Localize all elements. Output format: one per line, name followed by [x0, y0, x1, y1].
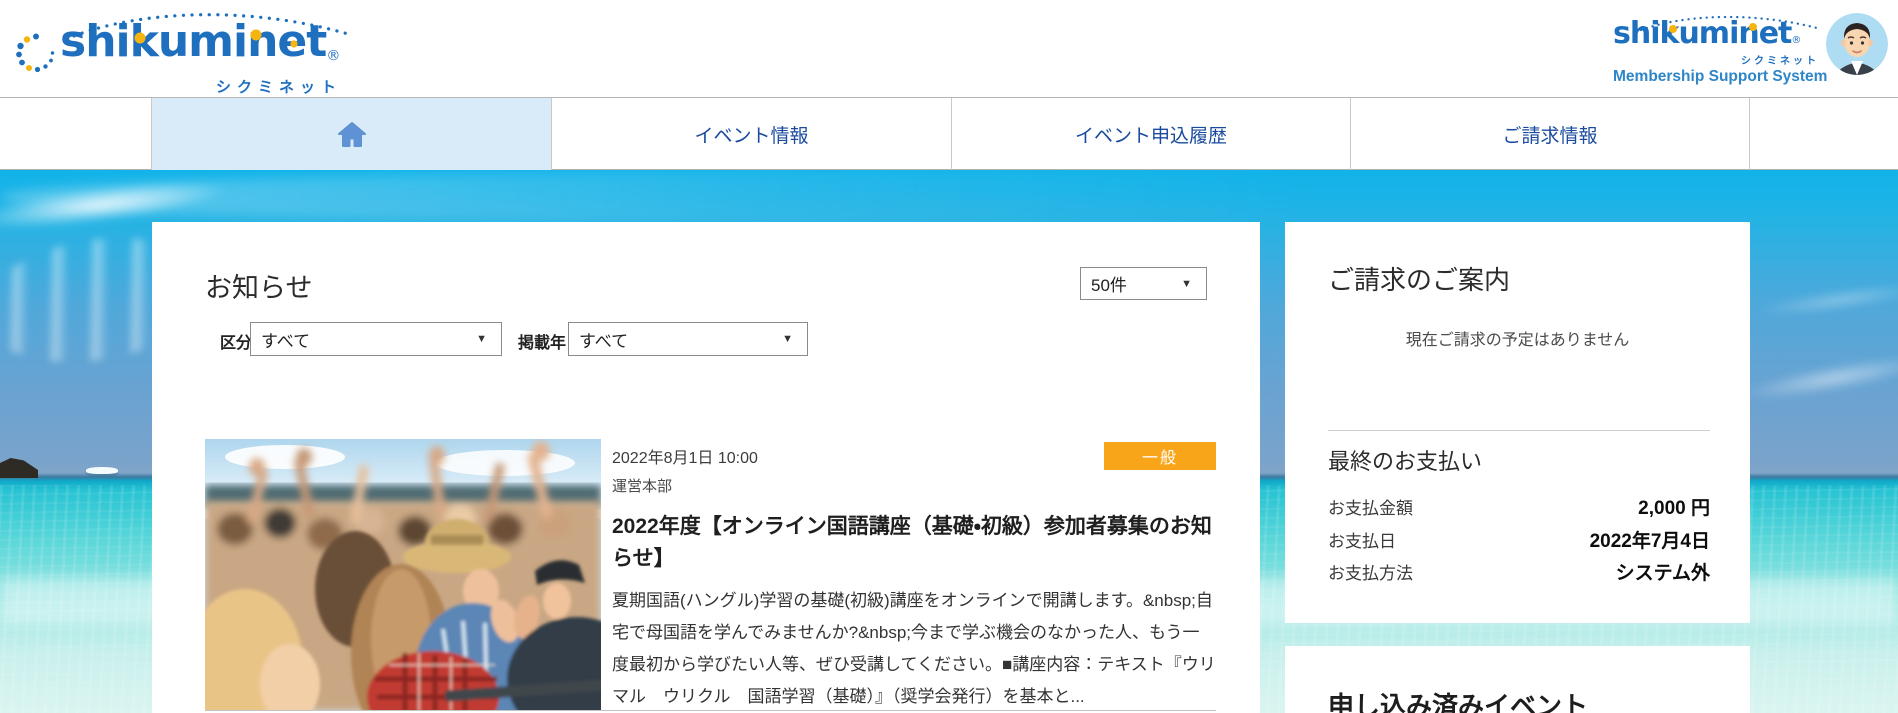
billing-card: ご請求のご案内 現在ご請求の予定はありません 最終のお支払い お支払金額 2,0… [1285, 222, 1750, 623]
news-excerpt: 夏期国語(ハングル)学習の基礎(初級)講座をオンラインで開講します。&nbsp;… [612, 585, 1216, 713]
cloud-wisp [1754, 278, 1898, 321]
tab-label: イベント情報 [694, 121, 808, 148]
boat [86, 467, 118, 474]
registered-trademark: ® [326, 48, 340, 64]
payment-label: お支払日 [1328, 527, 1396, 552]
brand-name-kana: シクミネット [216, 76, 342, 97]
payment-value: システム外 [1616, 558, 1710, 585]
home-icon [337, 121, 367, 148]
tab-event-history[interactable]: イベント申込履歴 [951, 98, 1350, 170]
payment-value: 2,000 円 [1638, 493, 1710, 520]
cloud-haze [0, 170, 1898, 225]
billing-empty-message: 現在ご請求の予定はありません [1285, 326, 1750, 350]
nav-spacer-left [0, 98, 151, 170]
brand-logo[interactable]: shikuminet® シクミネット [16, 0, 396, 98]
logo-dotted-arc [1627, 10, 1827, 36]
news-badge: 一般 [1104, 442, 1216, 470]
tab-label: ご請求情報 [1502, 121, 1597, 148]
rock-islet [0, 458, 38, 478]
header-brand: shikuminet® シクミネット Membership Support Sy… [1613, 18, 1825, 94]
payment-label: お支払金額 [1328, 494, 1413, 519]
user-avatar-icon [1826, 13, 1888, 75]
site-header: shikuminet® シクミネット shikuminet® シクミネット Me… [0, 0, 1898, 98]
payment-value: 2022年7月4日 [1590, 526, 1710, 553]
applied-events-card: 申し込み済みイベント [1285, 646, 1750, 713]
festival-crowd-photo [205, 439, 601, 711]
payment-label: お支払方法 [1328, 559, 1413, 584]
billing-divider [1328, 430, 1710, 431]
news-date: 2022年8月1日 10:00 [612, 444, 758, 468]
news-author: 運営本部 [612, 475, 672, 496]
brand-name-kana: シクミネット [1741, 52, 1819, 67]
dot-circle-logo-icon [16, 33, 56, 73]
notices-card: お知らせ 50件 ▼ 区分 すべて ▼ 掲載年 すべて ▼ [152, 222, 1260, 713]
main-nav: イベント情報 イベント申込履歴 ご請求情報 [0, 98, 1898, 170]
logo-dotted-arc [52, 4, 372, 50]
tab-billing-info[interactable]: ご請求情報 [1350, 98, 1750, 170]
payment-row: お支払日 2022年7月4日 [1328, 527, 1710, 551]
tab-home[interactable] [151, 98, 551, 170]
tab-label: イベント申込履歴 [1075, 121, 1227, 148]
cloud-wisp [1739, 349, 1898, 408]
user-avatar[interactable] [1826, 13, 1888, 75]
news-divider [205, 710, 1216, 711]
news-title: 2022年度【オンライン国語講座（基礎・初級）参加者募集のお知らせ】 [612, 511, 1216, 575]
applied-events-title: 申し込み済みイベント [1328, 686, 1588, 713]
news-item[interactable]: 2022年8月1日 10:00 運営本部 一般 2022年度【オンライン国語講座… [152, 222, 1260, 713]
news-content: 2022年8月1日 10:00 運営本部 一般 2022年度【オンライン国語講座… [612, 439, 1216, 711]
tab-event-info[interactable]: イベント情報 [551, 98, 951, 170]
brand-tagline: Membership Support System [1613, 68, 1827, 86]
payment-row: お支払方法 システム外 [1328, 559, 1710, 583]
billing-title: ご請求のご案内 [1328, 260, 1510, 297]
last-payment-title: 最終のお支払い [1328, 444, 1482, 476]
payment-row: お支払金額 2,000 円 [1328, 494, 1710, 518]
shikuminet-member-portal: shikuminet® シクミネット shikuminet® シクミネット Me… [0, 0, 1898, 713]
